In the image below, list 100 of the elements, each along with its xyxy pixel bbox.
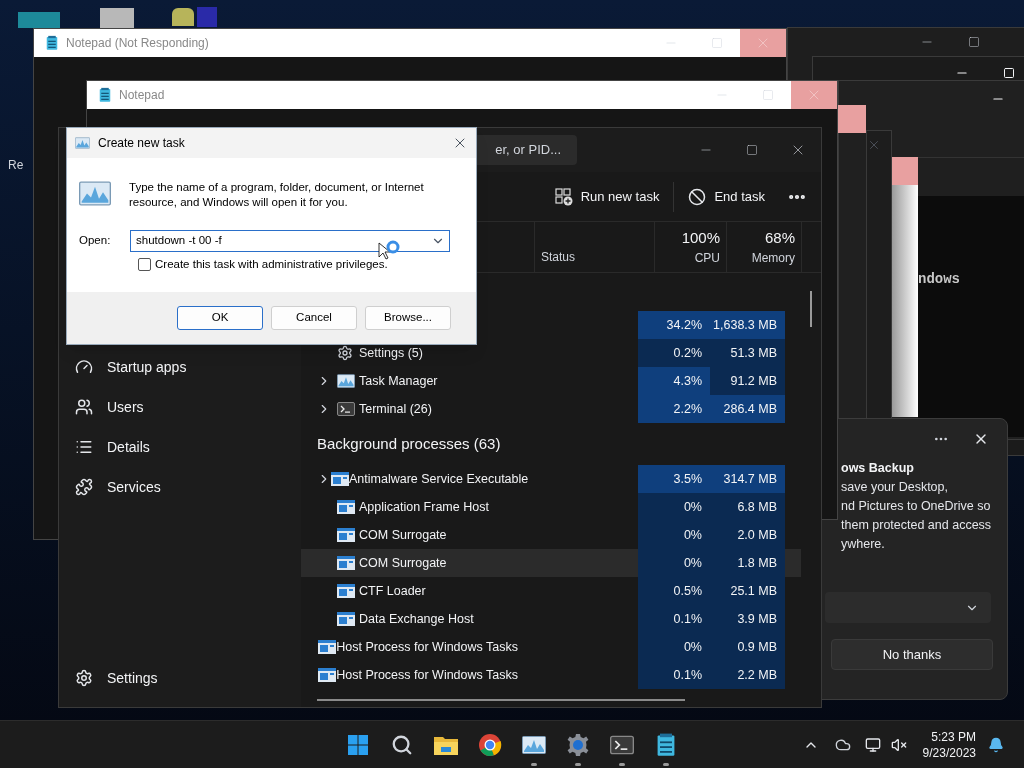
- process-name: COM Surrogate: [359, 554, 447, 572]
- cpu-cell: 3.5%: [638, 465, 710, 493]
- sidebar-item[interactable]: Users: [75, 387, 301, 427]
- memory-cell: 6.8 MB: [710, 493, 785, 521]
- terminal-icon: [337, 402, 355, 416]
- dialog-button[interactable]: Cancel: [271, 306, 357, 330]
- sidebar-item[interactable]: Startup apps: [75, 347, 301, 387]
- process-row[interactable]: Host Process for Windows Tasks 0% 0.9 MB: [301, 633, 801, 661]
- app-icon[interactable]: [172, 8, 194, 26]
- console-text: ndows: [918, 271, 960, 287]
- bell-icon[interactable]: [988, 736, 1004, 753]
- process-name: Application Frame Host: [359, 498, 489, 516]
- memory-cell: 25.1 MB: [710, 577, 785, 605]
- memory-cell: 2.0 MB: [710, 521, 785, 549]
- chart-icon: [79, 180, 111, 207]
- dialog-button[interactable]: Browse...: [365, 306, 451, 330]
- gear-icon[interactable]: [566, 732, 590, 757]
- process-row[interactable]: Antimalware Service Executable 3.5% 314.7 MB: [301, 465, 801, 493]
- dialog-title: Create new task: [98, 135, 186, 152]
- process-name: Terminal (26): [359, 400, 432, 418]
- chart-icon: [337, 374, 355, 388]
- cpu-cell: 0%: [638, 633, 710, 661]
- settings-item[interactable]: Settings: [75, 663, 301, 693]
- notepad-icon: [99, 87, 111, 103]
- notification-text: them protected and access: [841, 517, 993, 534]
- cpu-cell: 0.2%: [638, 339, 710, 367]
- dialog-button[interactable]: OK: [177, 306, 263, 330]
- windows-logo-icon[interactable]: [348, 734, 368, 755]
- new-task-icon: [554, 187, 573, 206]
- scrollbar-thumb[interactable]: [810, 291, 812, 327]
- memory-cell: 3.9 MB: [710, 605, 785, 633]
- command-field[interactable]: shutdown -t 00 -f: [130, 230, 450, 252]
- muted-speaker-icon[interactable]: [890, 736, 907, 753]
- process-row[interactable]: Settings (5) 0.2% 51.3 MB: [301, 339, 801, 367]
- process-name: Host Process for Windows Tasks: [336, 666, 518, 684]
- process-name: Settings (5): [359, 344, 423, 362]
- memory-cell: 1,638.3 MB: [710, 311, 785, 339]
- toolbar-button[interactable]: Run new task: [546, 179, 668, 214]
- cpu-cell: 34.2%: [638, 311, 710, 339]
- cpu-cell: 0%: [638, 549, 710, 577]
- process-row[interactable]: Host Process for Windows Tasks 0.1% 2.2 MB: [301, 661, 801, 689]
- window-title: Notepad (Not Responding): [66, 35, 210, 52]
- puzzle-icon: [75, 478, 93, 496]
- cpu-cell: 4.3%: [638, 367, 710, 395]
- chart-icon: [522, 734, 546, 755]
- memory-cell: 1.8 MB: [710, 549, 785, 577]
- group-heading: Background processes (63): [317, 433, 501, 454]
- sidebar-item[interactable]: Details: [75, 427, 301, 467]
- no-thanks-button[interactable]: No thanks: [831, 639, 993, 670]
- window-icon: [331, 472, 349, 486]
- monitor-icon[interactable]: [864, 736, 881, 753]
- process-name: Host Process for Windows Tasks: [336, 638, 518, 656]
- process-row[interactable]: Application Frame Host 0% 6.8 MB: [301, 493, 801, 521]
- users-icon: [75, 398, 93, 416]
- window-title: Notepad: [119, 87, 166, 104]
- column-header[interactable]: 68% Memory: [726, 222, 801, 272]
- window-icon: [337, 584, 355, 598]
- terminal-icon: [610, 734, 634, 755]
- window-icon: [337, 556, 355, 570]
- process-name: COM Surrogate: [359, 526, 447, 544]
- memory-cell: 91.2 MB: [710, 367, 785, 395]
- notification-text: nd Pictures to OneDrive so: [841, 498, 992, 515]
- sidebar-item[interactable]: Services: [75, 467, 301, 507]
- notification-text: ywhere.: [841, 536, 886, 553]
- process-row[interactable]: CTF Loader 0.5% 25.1 MB: [301, 577, 801, 605]
- process-row[interactable]: COM Surrogate 0% 1.8 MB: [301, 549, 801, 577]
- list-icon: [75, 438, 93, 456]
- horizontal-scrollbar[interactable]: [317, 699, 685, 701]
- chart-icon: [75, 137, 90, 149]
- memory-cell: 0.9 MB: [710, 633, 785, 661]
- toolbar-button[interactable]: End task: [680, 179, 773, 214]
- process-row[interactable]: Terminal (26) 2.2% 286.4 MB: [301, 395, 801, 423]
- gear-icon: [337, 345, 353, 361]
- search-icon[interactable]: [391, 733, 413, 756]
- open-label: Open:: [79, 233, 112, 249]
- column-header[interactable]: Status: [541, 248, 576, 266]
- notification-title: ows Backup: [841, 460, 915, 477]
- process-name: CTF Loader: [359, 582, 426, 600]
- memory-cell: 314.7 MB: [710, 465, 785, 493]
- cpu-cell: 2.2%: [638, 395, 710, 423]
- dropdown-field[interactable]: [825, 592, 991, 623]
- folder-icon[interactable]: [434, 734, 458, 755]
- memory-cell: 51.3 MB: [710, 339, 785, 367]
- cpu-cell: 0.5%: [638, 577, 710, 605]
- notepad-icon: [656, 732, 676, 757]
- cpu-cell: 0%: [638, 493, 710, 521]
- process-name: Task Manager: [359, 372, 438, 390]
- browser-icon[interactable]: [478, 732, 502, 757]
- process-row[interactable]: Task Manager 4.3% 91.2 MB: [301, 367, 801, 395]
- gauge-icon: [75, 358, 93, 376]
- column-header[interactable]: 100% CPU: [654, 222, 726, 272]
- window-icon: [337, 612, 355, 626]
- admin-checkbox[interactable]: [138, 258, 151, 272]
- cpu-cell: 0%: [638, 521, 710, 549]
- memory-cell: 2.2 MB: [710, 661, 785, 689]
- cpu-cell: 0.1%: [638, 661, 710, 689]
- clock[interactable]: 5:23 PM 9/23/2023: [922, 728, 976, 761]
- busy-cursor-icon: [378, 238, 402, 262]
- process-row[interactable]: Data Exchange Host 0.1% 3.9 MB: [301, 605, 801, 633]
- process-row[interactable]: COM Surrogate 0% 2.0 MB: [301, 521, 801, 549]
